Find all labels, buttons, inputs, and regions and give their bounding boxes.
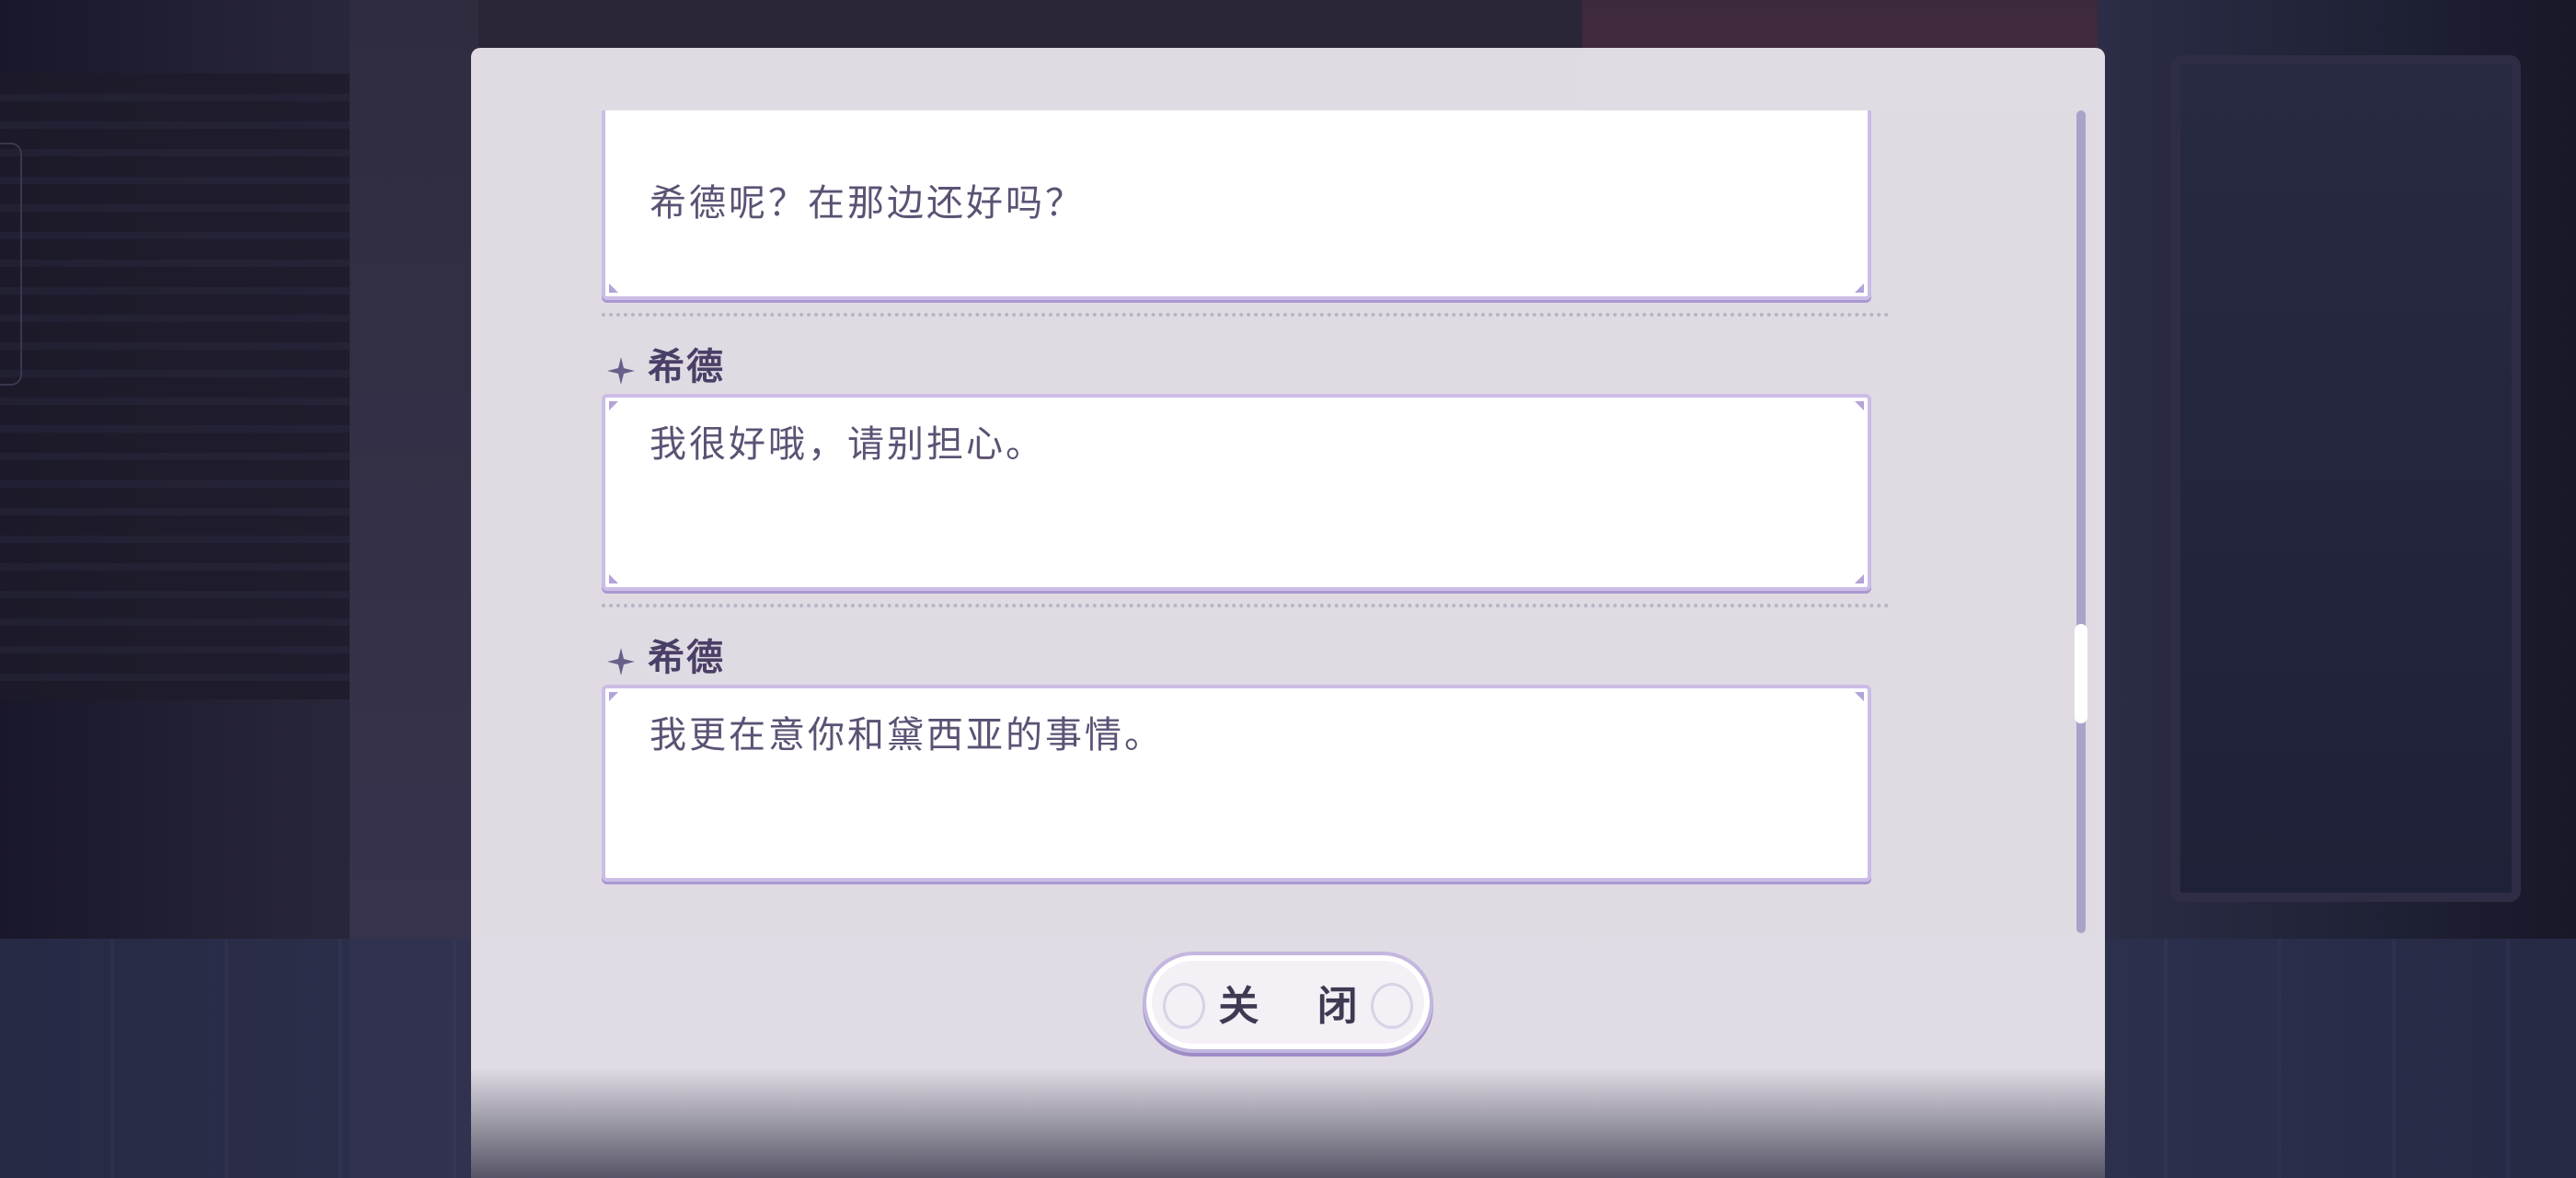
bubble-corner-ornament (609, 283, 618, 293)
dialogue-log-viewport[interactable]: 希德呢？在那边还好吗？ 希德 我很好哦，请别担心。 希德 我更在意你和黛西亚的事… (602, 110, 1890, 933)
dialogue-entry: 希德呢？在那边还好吗？ (602, 110, 1890, 300)
bubble-corner-ornament (609, 401, 618, 410)
dialogue-text: 我更在意你和黛西亚的事情。 (650, 714, 1164, 756)
dialogue-log-list: 希德呢？在那边还好吗？ 希德 我很好哦，请别担心。 希德 我更在意你和黛西亚的事… (602, 110, 1890, 882)
dialogue-bubble: 我很好哦，请别担心。 (602, 394, 1871, 591)
bubble-corner-ornament (609, 574, 618, 583)
bubble-corner-ornament (1855, 401, 1864, 410)
bubble-corner-ornament (1855, 574, 1864, 583)
dialogue-text: 我很好哦，请别担心。 (650, 423, 1045, 466)
background-door (2171, 55, 2521, 902)
speaker-name: 希德 (648, 637, 725, 679)
bubble-corner-ornament (1855, 692, 1864, 701)
bubble-corner-ornament (609, 692, 618, 701)
log-scrollbar-thumb[interactable] (2075, 624, 2087, 723)
dialogue-bubble: 我更在意你和黛西亚的事情。 (602, 685, 1871, 882)
speaker-name: 希德 (648, 346, 725, 388)
four-point-star-icon (607, 648, 635, 676)
dialogue-text: 希德呢？在那边还好吗？ (650, 182, 1085, 225)
game-scene: 希德呢？在那边还好吗？ 希德 我很好哦，请别担心。 希德 我更在意你和黛西亚的事… (0, 0, 2576, 1178)
dotted-separator (602, 300, 1890, 333)
button-ornament-left (1163, 983, 1205, 1029)
button-ornament-right (1371, 983, 1413, 1029)
log-scrollbar-track[interactable] (2075, 110, 2087, 933)
dotted-separator (602, 591, 1890, 624)
dialogue-entry: 希德 我更在意你和黛西亚的事情。 (602, 624, 1890, 882)
speaker-row: 希德 (602, 624, 1890, 685)
four-point-star-icon (607, 357, 635, 385)
dialogue-bubble: 希德呢？在那边还好吗？ (602, 110, 1871, 300)
side-tab-outline (0, 143, 22, 386)
background-shuttered-window (0, 74, 350, 699)
close-button-label: 关 闭 (1218, 983, 1380, 1030)
speaker-row: 希德 (602, 333, 1890, 394)
dialogue-log-panel: 希德呢？在那边还好吗？ 希德 我很好哦，请别担心。 希德 我更在意你和黛西亚的事… (471, 48, 2105, 1178)
close-button[interactable]: 关 闭 (1143, 952, 1433, 1053)
bubble-corner-ornament (1855, 283, 1864, 293)
dialogue-entry: 希德 我很好哦，请别担心。 (602, 333, 1890, 591)
